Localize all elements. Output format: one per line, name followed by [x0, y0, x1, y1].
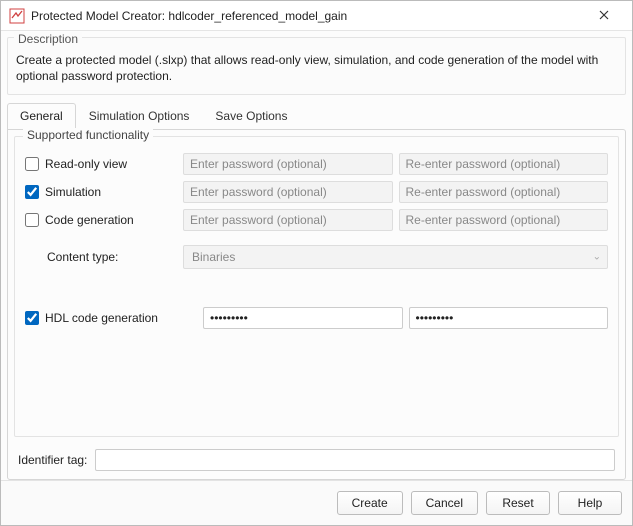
tab-save-options[interactable]: Save Options	[202, 103, 300, 129]
titlebar: Protected Model Creator: hdlcoder_refere…	[1, 1, 632, 31]
supported-functionality-legend: Supported functionality	[23, 128, 153, 142]
help-button[interactable]: Help	[558, 491, 622, 515]
row-read-only-view: Read-only view	[25, 153, 608, 175]
content-type-label: Content type:	[47, 250, 118, 264]
row-simulation: Simulation	[25, 181, 608, 203]
row-identifier-tag: Identifier tag:	[18, 449, 615, 471]
code-generation-password-confirm[interactable]	[399, 209, 609, 231]
content-type-select[interactable]: Binaries ⌄	[183, 245, 608, 269]
code-generation-checkbox[interactable]	[25, 213, 39, 227]
identifier-tag-label: Identifier tag:	[18, 453, 87, 467]
description-text: Create a protected model (.slxp) that al…	[16, 52, 617, 84]
description-group: Description Create a protected model (.s…	[7, 37, 626, 95]
dialog-window: Protected Model Creator: hdlcoder_refere…	[0, 0, 633, 526]
simulation-password-confirm[interactable]	[399, 181, 609, 203]
code-generation-password[interactable]	[183, 209, 393, 231]
create-button[interactable]: Create	[337, 491, 403, 515]
tab-strip: General Simulation Options Save Options	[7, 103, 626, 129]
hdl-code-generation-checkbox[interactable]	[25, 311, 39, 325]
cancel-button[interactable]: Cancel	[411, 491, 478, 515]
close-button[interactable]	[584, 8, 624, 23]
read-only-view-label: Read-only view	[45, 157, 127, 171]
hdl-code-generation-password[interactable]	[203, 307, 403, 329]
supported-functionality-fieldset: Supported functionality Read-only view S…	[14, 136, 619, 437]
simulation-checkbox[interactable]	[25, 185, 39, 199]
content-type-value: Binaries	[192, 250, 235, 264]
close-icon	[599, 10, 609, 20]
read-only-view-password-confirm[interactable]	[399, 153, 609, 175]
row-hdl-code-generation: HDL code generation	[25, 307, 608, 329]
hdl-code-generation-password-confirm[interactable]	[409, 307, 609, 329]
chevron-down-icon: ⌄	[593, 252, 601, 263]
read-only-view-checkbox[interactable]	[25, 157, 39, 171]
simulation-label: Simulation	[45, 185, 101, 199]
code-generation-label: Code generation	[45, 213, 134, 227]
hdl-code-generation-label: HDL code generation	[45, 311, 158, 325]
row-content-type: Content type: Binaries ⌄	[25, 245, 608, 269]
app-icon	[9, 8, 25, 24]
identifier-tag-input[interactable]	[95, 449, 615, 471]
tab-body: Supported functionality Read-only view S…	[7, 129, 626, 480]
simulation-password[interactable]	[183, 181, 393, 203]
read-only-view-password[interactable]	[183, 153, 393, 175]
button-bar: Create Cancel Reset Help	[1, 480, 632, 525]
reset-button[interactable]: Reset	[486, 491, 550, 515]
row-code-generation: Code generation	[25, 209, 608, 231]
tab-general[interactable]: General	[7, 103, 76, 129]
tab-simulation-options[interactable]: Simulation Options	[76, 103, 203, 129]
description-legend: Description	[14, 32, 82, 46]
window-title: Protected Model Creator: hdlcoder_refere…	[31, 9, 584, 23]
